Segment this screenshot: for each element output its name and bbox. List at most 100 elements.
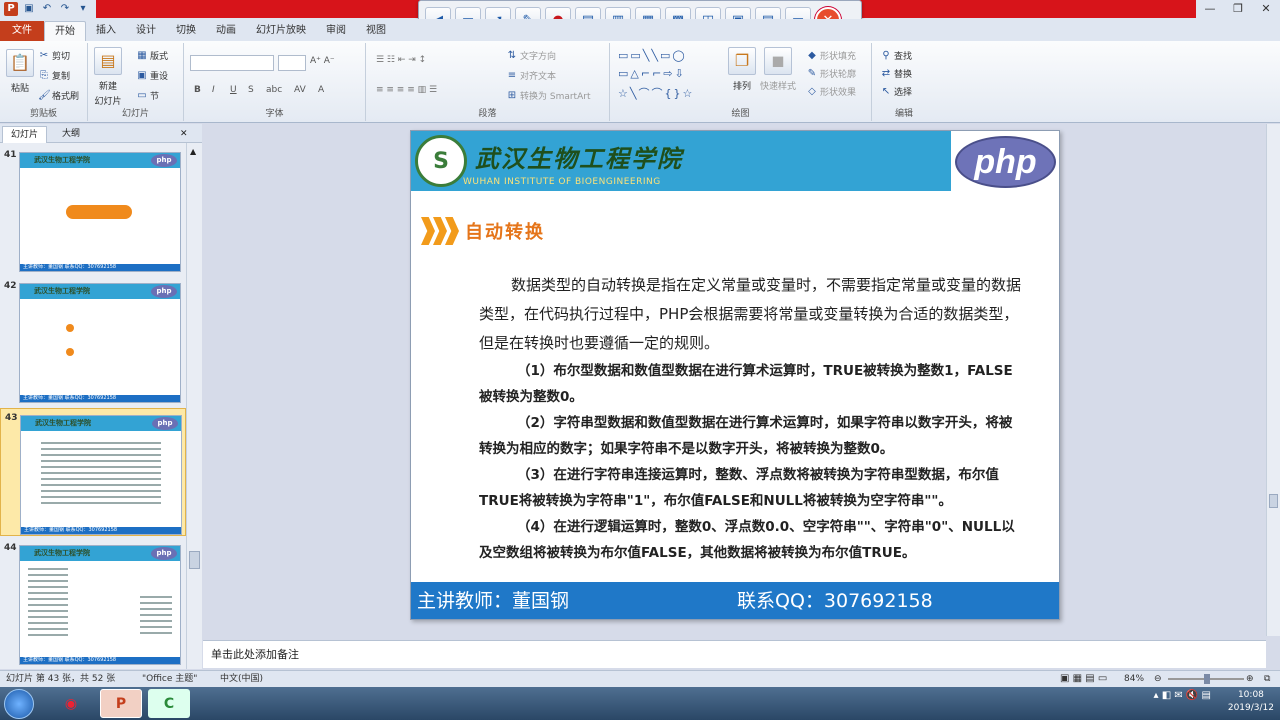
powerpoint-app-icon[interactable]: P [4,2,18,16]
intro-paragraph: 数据类型的自动转换是指在定义常量或变量时，不需要指定常量或变量的数据类型，在代码… [479,276,1022,352]
editor-scrollbar[interactable] [1266,124,1280,636]
tab-animations[interactable]: 动画 [206,21,246,41]
close-icon[interactable]: ✕ [1252,0,1280,18]
thumbnail-text-lines [41,442,161,508]
format-painter-button[interactable]: 🖌 格式刷 [38,89,79,103]
align-text-button[interactable]: ≡ 对齐文本 [506,69,556,83]
grow-font-icon[interactable]: A⁺ A⁻ [310,56,335,66]
school-name-cn: 武汉生物工程学院 [475,144,683,173]
chevron-icon [421,217,435,245]
strikethrough-icon[interactable]: abc [266,85,282,95]
quick-styles-icon: ◼ [764,47,792,75]
shadow-icon[interactable]: S [248,85,254,95]
close-pane-icon[interactable]: ✕ [180,126,188,143]
minimize-icon[interactable]: — [1196,0,1224,18]
shape-outline-button[interactable]: ✎ 形状轮廓 [806,67,857,81]
customize-qat-icon[interactable]: ▾ [76,2,90,16]
scroll-thumb[interactable] [189,551,200,569]
redo-icon[interactable]: ↷ [58,2,72,16]
thumbnail-slide: 武汉生物工程学院 php 主讲教师：董国钢 联系QQ：307692158 [20,415,182,535]
tab-file[interactable]: 文件 [0,21,44,41]
paste-button[interactable]: 📋 粘贴 [6,49,34,94]
tab-design[interactable]: 设计 [126,21,166,41]
quick-styles-button[interactable]: ◼ 快速样式 [760,47,796,92]
chevron-icon [445,217,459,245]
cut-button[interactable]: ✂ 剪切 [38,49,70,63]
slide-body-text[interactable]: 数据类型的自动转换是指在定义常量或变量时，不需要指定常量或变量的数据类型，在代码… [479,271,1024,566]
notes-pane[interactable]: 单击此处添加备注 [203,640,1266,668]
tray-icons[interactable]: ▴ ◧ ✉ 🔇 ▤ [1154,689,1211,702]
font-name-combo[interactable] [190,55,274,71]
shapes-gallery-row2[interactable]: ▭△⌐⌐⇨⇩ [618,67,686,80]
new-slide-button[interactable]: ▤ 新建 幻灯片 [94,47,122,107]
find-button[interactable]: ⚲ 查找 [880,49,912,63]
language-indicator[interactable]: 中文(中国) [220,671,263,687]
zoom-in-icon[interactable]: ⊕ [1246,671,1254,687]
shape-fill-label: 形状填充 [820,52,857,62]
zoom-slider-handle[interactable] [1204,674,1210,684]
current-slide[interactable]: S 武汉生物工程学院 WUHAN INSTITUTE OF BIOENGINEE… [410,130,1060,620]
copy-button[interactable]: ⎘ 复制 [38,69,70,83]
thumbnail-header: 武汉生物工程学院 php [20,546,180,561]
fit-window-icon[interactable]: ⧉ [1264,671,1270,687]
view-buttons[interactable]: ▣ ▦ ▤ ▭ [1060,671,1107,687]
shapes-gallery[interactable]: ▭▭╲╲▭◯ [618,49,687,62]
convert-smartart-button[interactable]: ⊞ 转换为 SmartArt [506,89,591,103]
font-group-label: 字体 [265,109,284,119]
tab-outline[interactable]: 大纲 [54,126,88,143]
thumbnail-43[interactable]: 43 武汉生物工程学院 php 主讲教师：董国钢 联系QQ：307692158 [0,408,186,536]
thumbnail-scrollbar[interactable]: ▲ [186,143,202,669]
arrange-button[interactable]: ❐ 排列 [728,47,756,92]
select-button[interactable]: ↖ 选择 [880,85,912,99]
fill-icon: ◆ [808,49,816,61]
start-button-icon[interactable] [4,689,34,719]
editor-scroll-thumb[interactable] [1269,494,1278,508]
powerpoint-taskbar-icon[interactable]: P [100,689,142,718]
shape-fill-button[interactable]: ◆ 形状填充 [806,49,857,63]
italic-icon[interactable]: I [212,85,215,95]
shape-outline-label: 形状轮廓 [820,70,857,80]
tab-home[interactable]: 开始 [44,21,86,41]
zoom-level[interactable]: 84% [1124,671,1144,687]
tab-transitions[interactable]: 切换 [166,21,206,41]
theme-name[interactable]: "Office 主题" [142,671,197,687]
rule-1: （1）布尔型数据和数值型数据在进行算术运算时，TRUE被转换为整数1，FALSE… [479,363,1013,405]
tab-insert[interactable]: 插入 [86,21,126,41]
tab-slideshow[interactable]: 幻灯片放映 [246,21,316,41]
align-icons[interactable]: ≡ ≡ ≡ ≡ ▥ ☰ [376,85,437,95]
shapes-gallery-row3[interactable]: ☆╲⌒⌒{}☆ [618,85,694,101]
char-spacing-icon[interactable]: AV [294,85,306,95]
copy-icon: ⎘ [40,69,48,81]
undo-icon[interactable]: ↶ [40,2,54,16]
layout-button[interactable]: ▦ 版式 [136,49,168,63]
thumbnail-php-logo: php [152,417,178,430]
thumbnail-42[interactable]: 42 武汉生物工程学院 php 主讲教师：董国钢 联系QQ：307692158 [0,277,186,405]
tab-view[interactable]: 视图 [356,21,396,41]
thumbnail-41[interactable]: 41 武汉生物工程学院 php 主讲教师：董国钢 联系QQ：307692158 [0,146,186,274]
clock[interactable]: 10:08 2019/3/12 [1228,689,1274,715]
text-direction-button[interactable]: ⇅ 文字方向 [506,49,556,63]
tab-slides[interactable]: 幻灯片 [2,126,48,143]
thumbnail-44[interactable]: 44 武汉生物工程学院 php 主讲教师：董国钢 联系QQ：307692158 [0,539,186,667]
restore-icon[interactable]: ❐ [1224,0,1252,18]
save-icon[interactable]: ▣ [22,2,36,16]
tab-review[interactable]: 审阅 [316,21,356,41]
camtasia-taskbar-icon[interactable]: C [148,689,190,718]
zoom-slider[interactable] [1168,674,1244,684]
font-color-icon[interactable]: A [318,85,324,95]
replace-button[interactable]: ⇄ 替换 [880,67,912,81]
chrome-taskbar-icon[interactable]: ◉ [50,689,92,718]
bullets-icon[interactable]: ☰ ☷ ⇤ ⇥ ↕ [376,55,426,65]
reset-button[interactable]: ▣ 重设 [136,69,168,83]
scroll-up-icon[interactable]: ▲ [190,147,196,156]
thumbnail-php-logo: php [151,154,177,167]
thumbnail-slide: 武汉生物工程学院 php 主讲教师：董国钢 联系QQ：307692158 [19,152,181,272]
section-button[interactable]: ▭ 节 [136,89,159,103]
chevron-icon [433,217,447,245]
bold-icon[interactable]: B [194,85,201,95]
font-size-combo[interactable] [278,55,306,71]
zoom-out-icon[interactable]: ⊖ [1154,671,1162,687]
shape-effects-button[interactable]: ◇ 形状效果 [806,85,856,99]
thumbnail-number: 42 [4,281,17,291]
underline-icon[interactable]: U [230,85,237,95]
